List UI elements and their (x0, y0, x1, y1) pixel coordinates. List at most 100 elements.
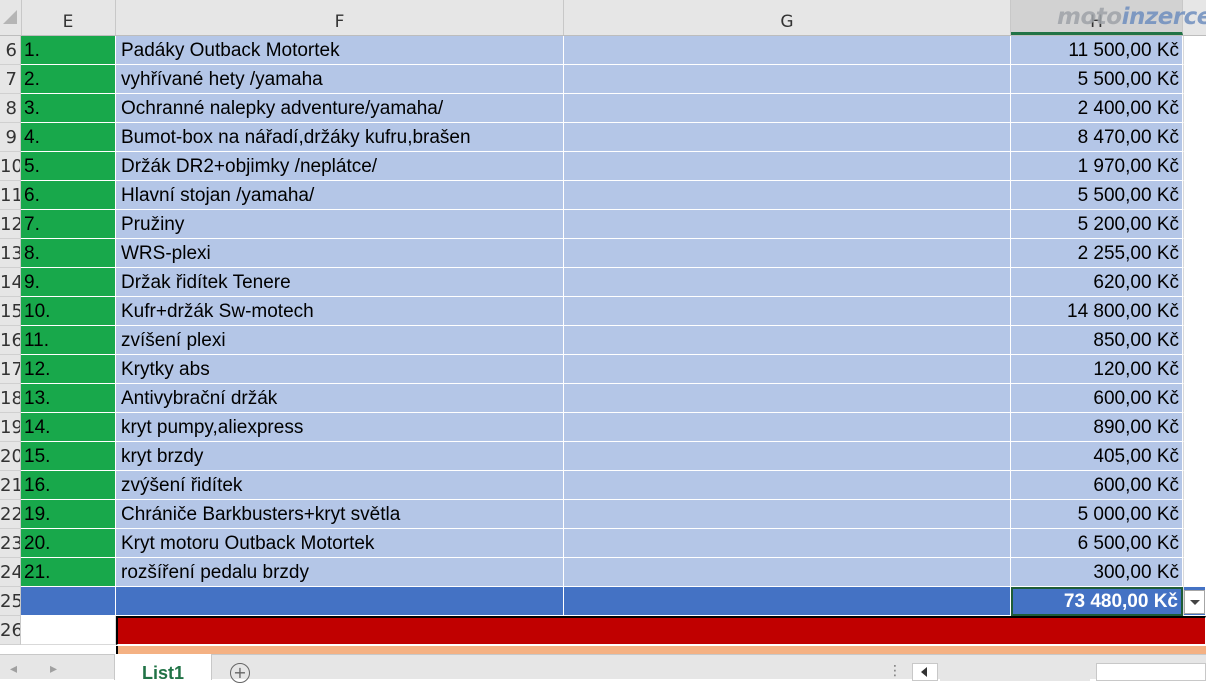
empty-cell[interactable] (1183, 65, 1206, 94)
price-cell[interactable]: 120,00 Kč (1011, 355, 1183, 384)
empty-cell[interactable] (564, 326, 1011, 355)
price-cell[interactable]: 1 970,00 Kč (1011, 152, 1183, 181)
item-name-cell[interactable]: Kryt motoru Outback Motortek (116, 529, 564, 558)
empty-cell[interactable] (1183, 529, 1206, 558)
item-name-cell[interactable]: Držak řidítek Tenere (116, 268, 564, 297)
price-cell[interactable]: 8 470,00 Kč (1011, 123, 1183, 152)
price-cell[interactable]: 2 255,00 Kč (1011, 239, 1183, 268)
scroll-tabs-right-icon[interactable]: ▸ (50, 661, 60, 677)
empty-cell[interactable] (1183, 94, 1206, 123)
item-name-cell[interactable]: rozšíření pedalu brzdy (116, 558, 564, 587)
scroll-tabs-left-icon[interactable]: ◂ (10, 661, 20, 677)
empty-cell[interactable] (564, 471, 1011, 500)
item-number-cell[interactable]: 13. (21, 384, 116, 413)
item-name-cell[interactable]: WRS-plexi (116, 239, 564, 268)
item-number-cell[interactable]: 14. (21, 413, 116, 442)
price-cell[interactable]: 5 200,00 Kč (1011, 210, 1183, 239)
item-name-cell[interactable]: kryt pumpy,aliexpress (116, 413, 564, 442)
empty-cell[interactable] (1183, 181, 1206, 210)
item-name-cell[interactable]: Padáky Outback Motortek (116, 36, 564, 65)
add-sheet-icon[interactable]: + (230, 663, 250, 683)
price-cell[interactable]: 2 400,00 Kč (1011, 94, 1183, 123)
item-number-cell[interactable]: 11. (21, 326, 116, 355)
price-cell[interactable]: 620,00 Kč (1011, 268, 1183, 297)
row-number[interactable]: 14 (0, 268, 21, 297)
red-fill-cell[interactable] (116, 616, 1206, 645)
row-number[interactable]: 19 (0, 413, 21, 442)
item-number-cell[interactable]: 20. (21, 529, 116, 558)
horizontal-scroll-track[interactable] (940, 663, 1090, 681)
price-cell[interactable]: 5 500,00 Kč (1011, 65, 1183, 94)
item-name-cell[interactable]: Kufr+držák Sw-motech (116, 297, 564, 326)
empty-cell[interactable] (564, 210, 1011, 239)
item-name-cell[interactable]: Držák DR2+objimky /neplátce/ (116, 152, 564, 181)
empty-cell[interactable] (564, 558, 1011, 587)
empty-cell[interactable] (1183, 384, 1206, 413)
item-number-cell[interactable]: 5. (21, 152, 116, 181)
empty-cell[interactable] (1183, 123, 1206, 152)
item-name-cell[interactable]: Chrániče Barkbusters+kryt světla (116, 500, 564, 529)
price-cell[interactable]: 600,00 Kč (1011, 384, 1183, 413)
item-number-cell[interactable]: 8. (21, 239, 116, 268)
row-number[interactable]: 15 (0, 297, 21, 326)
price-cell[interactable]: 600,00 Kč (1011, 471, 1183, 500)
row-number[interactable]: 17 (0, 355, 21, 384)
item-name-cell[interactable]: Ochranné nalepky adventure/yamaha/ (116, 94, 564, 123)
empty-cell[interactable] (1183, 297, 1206, 326)
row-number[interactable]: 16 (0, 326, 21, 355)
empty-cell[interactable] (564, 529, 1011, 558)
item-number-cell[interactable]: 16. (21, 471, 116, 500)
empty-cell[interactable] (564, 500, 1011, 529)
select-all-corner[interactable] (0, 0, 22, 35)
empty-cell[interactable] (1183, 326, 1206, 355)
empty-cell[interactable] (564, 36, 1011, 65)
column-header-f[interactable]: F (116, 0, 564, 35)
empty-cell[interactable] (1183, 239, 1206, 268)
empty-cell[interactable] (1183, 558, 1206, 587)
column-header-e[interactable]: E (21, 0, 116, 35)
empty-cell[interactable] (564, 297, 1011, 326)
price-cell[interactable]: 405,00 Kč (1011, 442, 1183, 471)
row-number[interactable]: 10 (0, 152, 21, 181)
empty-cell[interactable] (564, 94, 1011, 123)
item-number-cell[interactable]: 7. (21, 210, 116, 239)
total-sum-cell[interactable]: 73 480,00 Kč (1011, 587, 1183, 616)
empty-cell[interactable] (1183, 355, 1206, 384)
row-number[interactable]: 24 (0, 558, 21, 587)
price-cell[interactable]: 890,00 Kč (1011, 413, 1183, 442)
row-number[interactable]: 18 (0, 384, 21, 413)
row-number[interactable]: 11 (0, 181, 21, 210)
empty-cell[interactable] (116, 587, 564, 616)
price-cell[interactable]: 6 500,00 Kč (1011, 529, 1183, 558)
item-number-cell[interactable]: 19. (21, 500, 116, 529)
empty-cell[interactable] (564, 413, 1011, 442)
empty-cell[interactable] (564, 355, 1011, 384)
salmon-fill-row[interactable] (116, 646, 1206, 654)
item-number-cell[interactable]: 1. (21, 36, 116, 65)
price-cell[interactable]: 300,00 Kč (1011, 558, 1183, 587)
row-number[interactable]: 23 (0, 529, 21, 558)
column-header-g[interactable]: G (564, 0, 1011, 35)
item-name-cell[interactable]: kryt brzdy (116, 442, 564, 471)
empty-cell[interactable] (564, 384, 1011, 413)
empty-cell[interactable] (1183, 442, 1206, 471)
empty-cell[interactable] (564, 442, 1011, 471)
row-number[interactable]: 13 (0, 239, 21, 268)
item-name-cell[interactable]: Antivybrační držák (116, 384, 564, 413)
row-number[interactable]: 9 (0, 123, 21, 152)
row-number[interactable]: 20 (0, 442, 21, 471)
item-number-cell[interactable]: 15. (21, 442, 116, 471)
item-number-cell[interactable]: 9. (21, 268, 116, 297)
empty-cell[interactable] (1183, 268, 1206, 297)
row-number[interactable]: 6 (0, 36, 21, 65)
empty-cell[interactable] (564, 65, 1011, 94)
item-number-cell[interactable]: 10. (21, 297, 116, 326)
item-name-cell[interactable]: Pružiny (116, 210, 564, 239)
row-number[interactable]: 25 (0, 587, 21, 616)
tab-split-handle-icon[interactable]: ⋮ (888, 663, 902, 679)
row-number[interactable]: 12 (0, 210, 21, 239)
item-number-cell[interactable]: 21. (21, 558, 116, 587)
empty-cell[interactable] (1183, 152, 1206, 181)
empty-cell[interactable] (1183, 471, 1206, 500)
item-number-cell[interactable]: 3. (21, 94, 116, 123)
